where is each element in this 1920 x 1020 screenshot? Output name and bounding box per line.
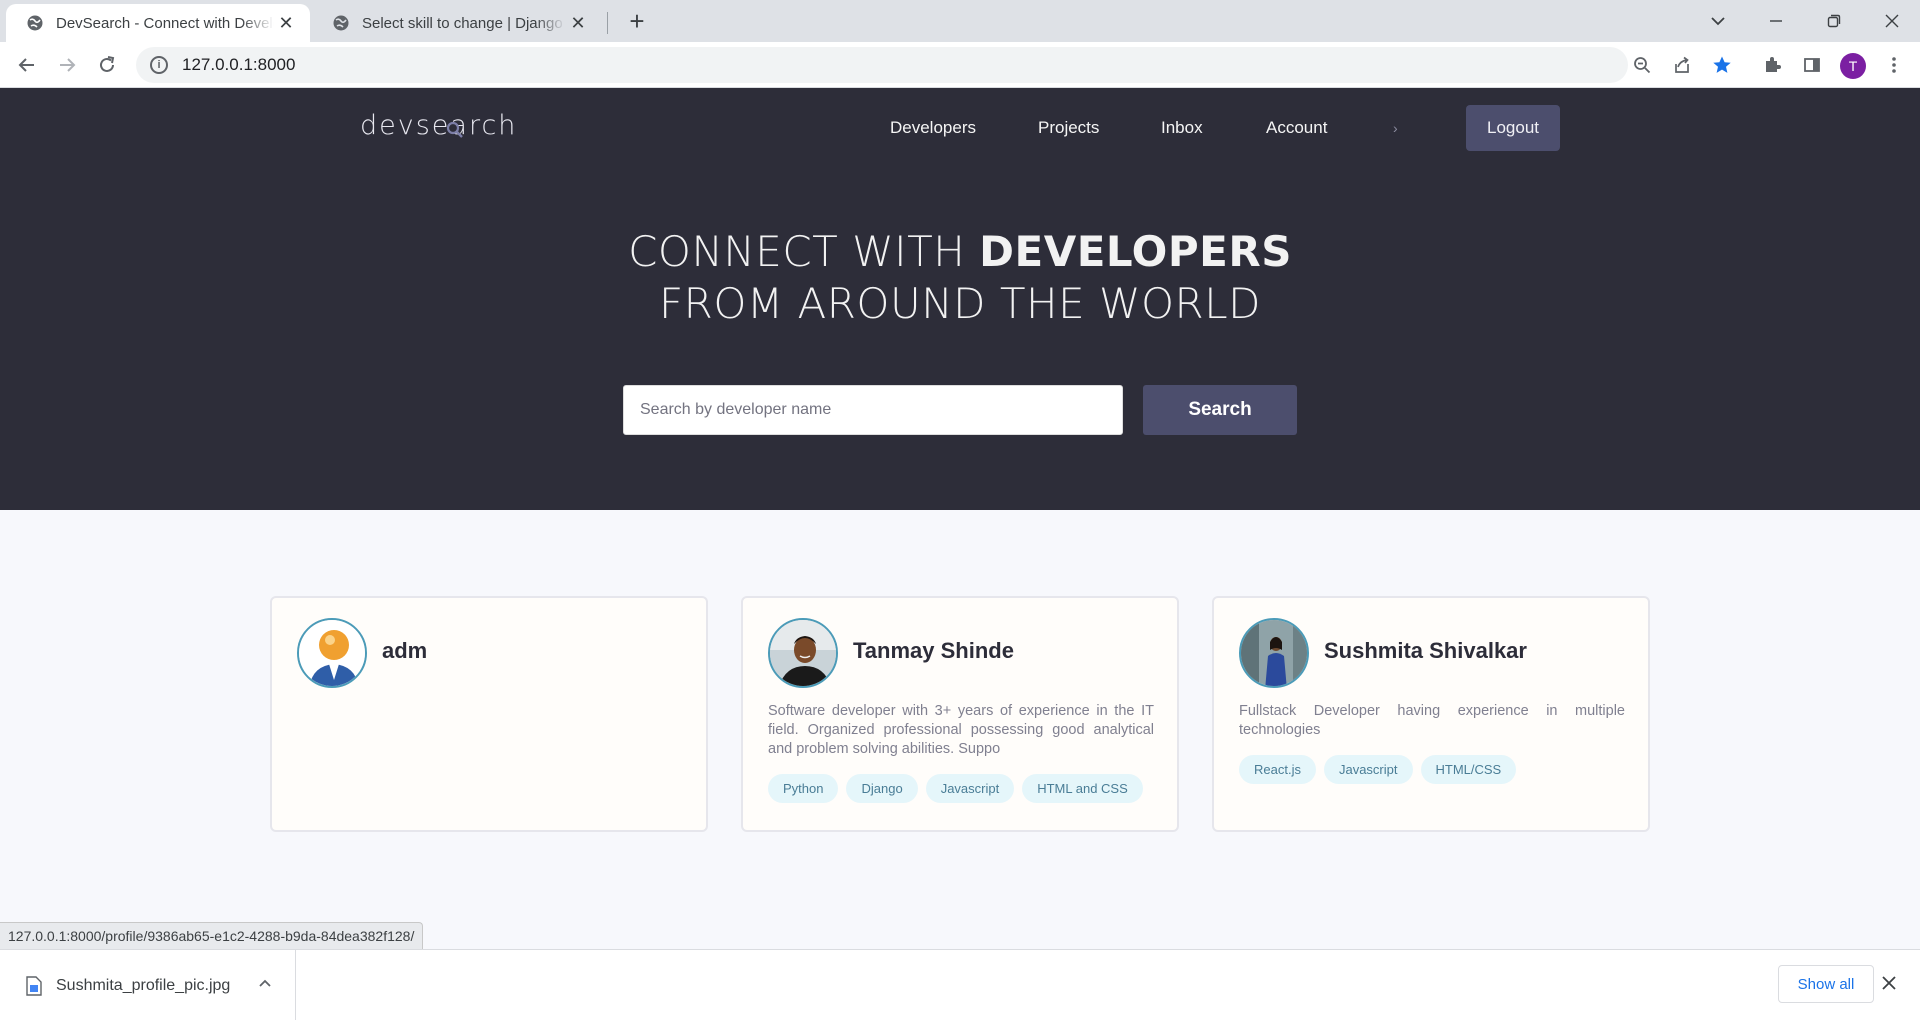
skill-tag: HTML and CSS — [1022, 774, 1143, 803]
search-button[interactable]: Search — [1143, 385, 1297, 435]
skill-tag: Django — [846, 774, 918, 803]
show-all-button[interactable]: Show all — [1778, 965, 1874, 1003]
hero-line1-bold: DEVELOPERS — [979, 227, 1292, 276]
avatar — [1239, 618, 1309, 688]
profile-photo-icon — [770, 620, 836, 686]
close-tab-icon[interactable]: ✕ — [566, 13, 590, 34]
back-icon[interactable] — [11, 49, 43, 81]
tab-devsearch[interactable]: DevSearch - Connect with Developers ✕ — [6, 4, 310, 42]
download-filename: Sushmita_profile_pic.jpg — [56, 976, 231, 994]
skill-tags: Python Django Javascript HTML and CSS — [768, 774, 1143, 803]
image-file-icon — [26, 975, 42, 996]
globe-icon — [27, 15, 43, 31]
address-bar[interactable]: i 127.0.0.1:8000 — [136, 47, 1628, 83]
tab-title: DevSearch - Connect with Developers — [56, 14, 274, 32]
site-info-icon[interactable]: i — [150, 56, 168, 74]
reload-icon[interactable] — [91, 49, 123, 81]
avatar — [768, 618, 838, 688]
extensions-icon[interactable] — [1756, 49, 1788, 81]
nav-account[interactable]: Account — [1266, 118, 1327, 138]
tab-django-admin[interactable]: Select skill to change | Django site adm… — [312, 4, 602, 42]
devsearch-logo[interactable]: devsearch — [360, 110, 517, 141]
skill-tag: Javascript — [1323, 755, 1413, 784]
skill-tag: HTML/CSS — [1420, 755, 1517, 784]
close-tab-icon[interactable]: ✕ — [274, 13, 298, 34]
restore-icon[interactable] — [1806, 0, 1862, 42]
logout-button[interactable]: Logout — [1466, 105, 1560, 151]
close-shelf-icon[interactable] — [1882, 970, 1896, 996]
nav-inbox[interactable]: Inbox — [1161, 118, 1203, 138]
side-panel-icon[interactable] — [1796, 49, 1828, 81]
hero-line1: CONNECT WITH — [628, 227, 980, 276]
skill-tags: React.js Javascript HTML/CSS — [1239, 755, 1517, 784]
nav-projects[interactable]: Projects — [1038, 118, 1099, 138]
nav-chevron-icon[interactable]: › — [1393, 120, 1398, 136]
skill-tag: Python — [768, 774, 839, 803]
link-status-bubble: 127.0.0.1:8000/profile/9386ab65-e1c2-428… — [0, 922, 424, 949]
developer-card[interactable]: adm — [270, 596, 708, 832]
share-icon[interactable] — [1666, 49, 1698, 81]
close-window-icon[interactable] — [1864, 0, 1920, 42]
search-input[interactable] — [623, 385, 1123, 435]
developer-name[interactable]: Sushmita Shivalkar — [1324, 638, 1527, 664]
avatar — [297, 618, 367, 688]
hero-heading: CONNECT WITH DEVELOPERS FROM AROUND THE … — [0, 226, 1920, 330]
skill-tag: Javascript — [925, 774, 1015, 803]
menu-kebab-icon[interactable] — [1878, 49, 1910, 81]
developer-name[interactable]: adm — [382, 638, 427, 664]
minimize-icon[interactable] — [1748, 0, 1804, 42]
logo-magnifier-icon — [446, 121, 463, 138]
developer-bio: Fullstack Developer having experience in… — [1239, 703, 1625, 738]
new-tab-icon[interactable]: + — [622, 6, 652, 36]
url-text: 127.0.0.1:8000 — [182, 55, 296, 74]
developer-bio: Software developer with 3+ years of expe… — [768, 703, 1154, 757]
developer-card[interactable]: Tanmay Shinde Software developer with 3+… — [741, 596, 1179, 832]
profile-avatar[interactable]: T — [1840, 53, 1866, 79]
globe-icon — [333, 15, 349, 31]
profile-photo-icon — [1241, 620, 1307, 686]
bookmark-star-icon[interactable] — [1706, 49, 1738, 81]
developer-name[interactable]: Tanmay Shinde — [853, 638, 1014, 664]
nav-developers[interactable]: Developers — [890, 118, 976, 138]
default-user-avatar-icon — [299, 620, 365, 686]
download-item[interactable]: Sushmita_profile_pic.jpg — [0, 950, 296, 1020]
skill-tag: React.js — [1239, 755, 1316, 784]
forward-icon[interactable] — [51, 49, 83, 81]
browser-toolbar: i 127.0.0.1:8000 T — [0, 42, 1920, 88]
tab-title: Select skill to change | Django site adm… — [362, 14, 566, 32]
zoom-icon[interactable] — [1626, 49, 1658, 81]
tab-search-icon[interactable] — [1690, 0, 1746, 42]
hero-section: devsearch Developers Projects Inbox Acco… — [0, 88, 1920, 510]
tab-strip: DevSearch - Connect with Developers ✕ Se… — [0, 0, 1920, 42]
hero-line2: FROM AROUND THE WORLD — [659, 279, 1261, 328]
download-shelf: Sushmita_profile_pic.jpg Show all — [0, 949, 1920, 1020]
tab-separator — [607, 12, 608, 34]
developer-card[interactable]: Sushmita Shivalkar Fullstack Developer h… — [1212, 596, 1650, 832]
chevron-up-icon[interactable] — [258, 975, 272, 991]
